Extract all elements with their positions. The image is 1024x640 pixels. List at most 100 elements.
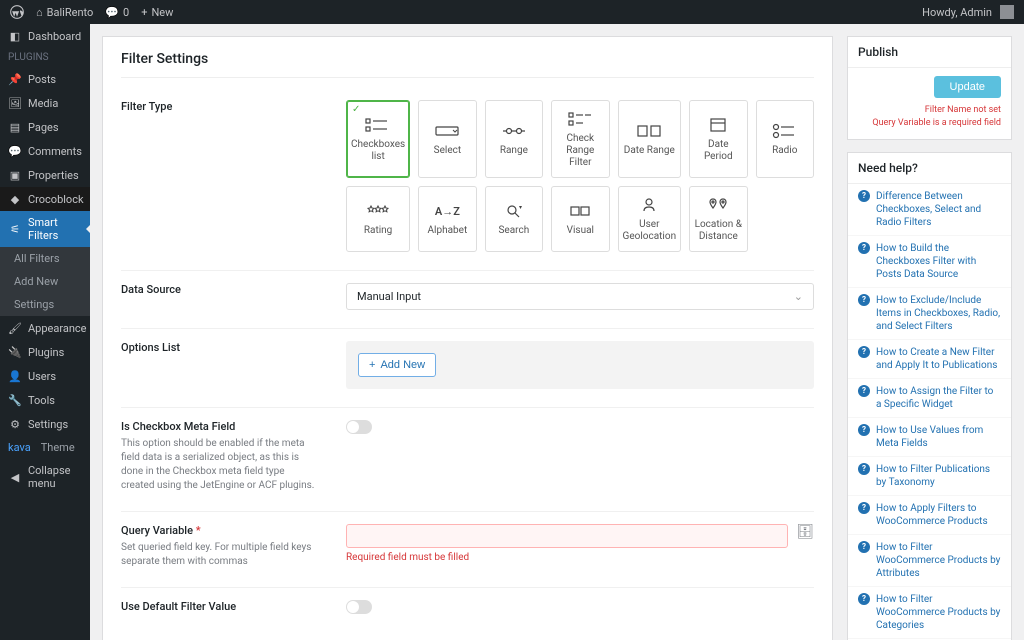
rating-icon xyxy=(365,203,391,219)
query-var-input[interactable] xyxy=(346,524,788,548)
date-period-icon xyxy=(705,117,731,133)
wp-logo[interactable] xyxy=(10,5,24,19)
alphabet-icon: A→Z xyxy=(435,203,460,219)
ftype-search[interactable]: ▾ Search xyxy=(485,186,543,252)
help-link-8[interactable]: ?How to Filter WooCommerce Products by A… xyxy=(848,535,1011,587)
help-link-9[interactable]: ?How to Filter WooCommerce Products by C… xyxy=(848,587,1011,639)
is-checkbox-meta-toggle[interactable] xyxy=(346,420,372,434)
home-icon: ⌂ xyxy=(36,6,43,19)
database-icon[interactable]: 🗄 xyxy=(796,524,814,540)
howdy-text[interactable]: Howdy, Admin xyxy=(922,6,992,19)
data-source-select[interactable]: Manual Input ⌄ xyxy=(346,283,814,310)
sidebar-item-pages[interactable]: ▤Pages xyxy=(0,115,90,139)
ftype-select[interactable]: Select xyxy=(418,100,476,178)
ftype-user-geo[interactable]: User Geolocation xyxy=(618,186,682,252)
radio-icon xyxy=(772,123,798,139)
help-link-3[interactable]: ?How to Create a New Filter and Apply It… xyxy=(848,340,1011,379)
ftype-radio[interactable]: Radio xyxy=(756,100,814,178)
sidebar-item-smart-filters[interactable]: ⚟Smart Filters xyxy=(0,211,90,247)
help-icon: ? xyxy=(858,346,870,358)
help-title: Need help? xyxy=(848,153,1011,184)
media-icon: 🖼 xyxy=(8,96,22,110)
pin-icon: 📌 xyxy=(8,72,22,86)
help-icon: ? xyxy=(858,541,870,553)
update-button[interactable]: Update xyxy=(934,76,1001,98)
new-label: New xyxy=(151,6,173,19)
sidebar-item-posts[interactable]: 📌Posts xyxy=(0,67,90,91)
avatar[interactable] xyxy=(1000,5,1014,19)
help-link-0[interactable]: ?Difference Between Checkboxes, Select a… xyxy=(848,184,1011,236)
sidebar-item-media[interactable]: 🖼Media xyxy=(0,91,90,115)
publish-panel: Publish Update Filter Name not set Query… xyxy=(847,36,1012,140)
help-link-2[interactable]: ?How to Exclude/Include Items in Checkbo… xyxy=(848,288,1011,340)
plugin-header: PLUGINS xyxy=(0,48,90,67)
ftype-visual[interactable]: Visual xyxy=(551,186,609,252)
select-icon xyxy=(434,123,460,139)
filter-type-grid: Checkboxes list Select Range xyxy=(346,100,814,252)
sidebar-item-appearance[interactable]: 🖌Appearance xyxy=(0,316,90,340)
comments-link[interactable]: 💬 0 xyxy=(105,6,129,19)
is-checkbox-meta-label: Is Checkbox Meta Field This option shoul… xyxy=(121,420,316,493)
add-new-button[interactable]: + Add New xyxy=(358,353,436,377)
users-icon: 👤 xyxy=(8,369,22,383)
sidebar-item-theme[interactable]: kavaTheme xyxy=(0,436,90,459)
search-icon: ▾ xyxy=(501,203,527,219)
query-var-label: Query Variable * Set queried field key. … xyxy=(121,524,316,569)
filter-icon: ⚟ xyxy=(8,222,22,236)
ftype-location-distance[interactable]: Location & Distance xyxy=(689,186,747,252)
help-icon: ? xyxy=(858,190,870,202)
publish-error-2: Query Variable is a required field xyxy=(858,117,1001,130)
query-var-hint: Set queried field key. For multiple fiel… xyxy=(121,541,316,569)
is-checkbox-meta-hint: This option should be enabled if the met… xyxy=(121,437,316,493)
help-link-6[interactable]: ?How to Filter Publications by Taxonomy xyxy=(848,457,1011,496)
sidebar-item-settings[interactable]: ⚙Settings xyxy=(0,412,90,436)
properties-icon: ▣ xyxy=(8,168,22,182)
sidebar-item-users[interactable]: 👤Users xyxy=(0,364,90,388)
data-source-label: Data Source xyxy=(121,283,316,310)
help-link-1[interactable]: ?How to Build the Checkboxes Filter with… xyxy=(848,236,1011,288)
collapse-icon: ◀ xyxy=(8,470,22,484)
ftype-alphabet[interactable]: A→Z Alphabet xyxy=(418,186,476,252)
ftype-date-period[interactable]: Date Period xyxy=(689,100,747,178)
site-name: BaliRento xyxy=(47,6,94,19)
comments-icon: 💬 xyxy=(8,144,22,158)
sidebar-sub-add-new[interactable]: Add New xyxy=(0,270,90,293)
new-link[interactable]: + New xyxy=(141,6,173,19)
sidebar-submenu: All Filters Add New Settings xyxy=(0,247,90,316)
ftype-date-range[interactable]: Date Range xyxy=(618,100,682,178)
sidebar-item-dashboard[interactable]: ◧Dashboard xyxy=(0,24,90,48)
sidebar-item-collapse[interactable]: ◀Collapse menu xyxy=(0,459,90,495)
sidebar-item-tools[interactable]: 🔧Tools xyxy=(0,388,90,412)
range-icon xyxy=(501,123,527,139)
help-icon: ? xyxy=(858,463,870,475)
comment-icon: 💬 xyxy=(105,6,119,19)
site-link[interactable]: ⌂ BaliRento xyxy=(36,6,93,19)
sidebar-item-comments[interactable]: 💬Comments xyxy=(0,139,90,163)
ftype-checkboxes[interactable]: Checkboxes list xyxy=(346,100,410,178)
help-link-7[interactable]: ?How to Apply Filters to WooCommerce Pro… xyxy=(848,496,1011,535)
tools-icon: 🔧 xyxy=(8,393,22,407)
query-var-error: Required field must be filled xyxy=(346,552,788,563)
sidebar-item-plugins[interactable]: 🔌Plugins xyxy=(0,340,90,364)
help-icon: ? xyxy=(858,424,870,436)
sidebar-sub-settings[interactable]: Settings xyxy=(0,293,90,316)
options-list-label: Options List xyxy=(121,341,316,389)
sidebar-sub-all-filters[interactable]: All Filters xyxy=(0,247,90,270)
help-icon: ? xyxy=(858,242,870,254)
visual-icon xyxy=(567,203,593,219)
ftype-rating[interactable]: Rating xyxy=(346,186,410,252)
comment-count: 0 xyxy=(123,6,129,19)
sidebar-item-crocoblock[interactable]: ◆Crocoblock xyxy=(0,187,90,211)
dashboard-icon: ◧ xyxy=(8,29,22,43)
help-link-4[interactable]: ?How to Assign the Filter to a Specific … xyxy=(848,379,1011,418)
help-icon: ? xyxy=(858,593,870,605)
checkboxes-icon xyxy=(365,117,391,133)
svg-text:▾: ▾ xyxy=(519,204,522,211)
ftype-range[interactable]: Range xyxy=(485,100,543,178)
use-default-toggle[interactable] xyxy=(346,600,372,614)
ftype-check-range[interactable]: Check Range Filter xyxy=(551,100,609,178)
sidebar-item-properties[interactable]: ▣Properties xyxy=(0,163,90,187)
filter-type-label: Filter Type xyxy=(121,100,316,252)
help-link-5[interactable]: ?How to Use Values from Meta Fields xyxy=(848,418,1011,457)
admin-sidebar: ◧Dashboard PLUGINS 📌Posts 🖼Media ▤Pages … xyxy=(0,24,90,640)
